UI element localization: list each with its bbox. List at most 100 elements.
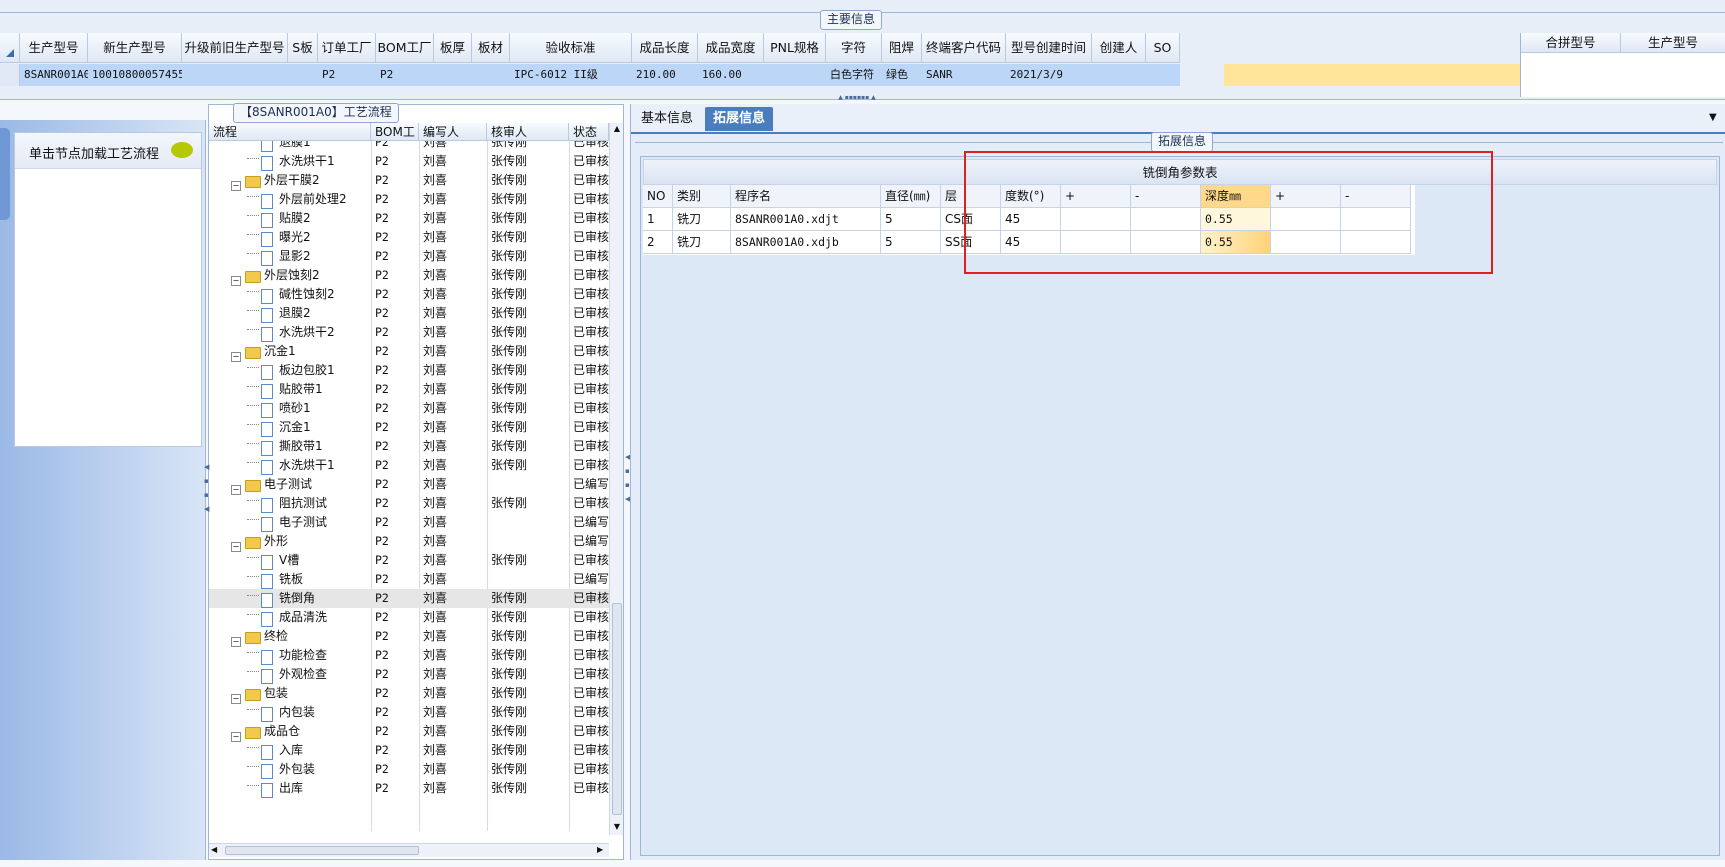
- scroll-thumb[interactable]: [612, 603, 622, 815]
- h-scroll-thumb[interactable]: [225, 846, 419, 855]
- main-col-header[interactable]: 终端客户代码: [922, 33, 1006, 63]
- main-data-cell[interactable]: IPC-6012 II级: [510, 64, 632, 86]
- tree-row[interactable]: 铣板 P2 刘喜 已编写: [209, 570, 609, 589]
- tree-row[interactable]: − 终检 P2 刘喜 张传刚 已审核: [209, 627, 609, 647]
- main-data-cell[interactable]: [472, 64, 510, 86]
- process-col-header[interactable]: 核审人: [487, 123, 569, 141]
- param-col-header[interactable]: 直径(㎜): [881, 185, 941, 208]
- param-col-header[interactable]: NO: [643, 185, 673, 208]
- tree-row[interactable]: 贴胶带1 P2 刘喜 张传刚 已审核: [209, 380, 609, 399]
- main-data-cell[interactable]: 8SANR001A0: [20, 64, 88, 86]
- grid-corner[interactable]: [0, 33, 20, 63]
- main-col-header[interactable]: 生产型号: [20, 33, 88, 63]
- tree-row[interactable]: 外包装 P2 刘喜 张传刚 已审核: [209, 760, 609, 779]
- right-splitter[interactable]: ◀ ▪ ▪ ◀: [625, 450, 630, 520]
- tree-row[interactable]: 内包装 P2 刘喜 张传刚 已审核: [209, 703, 609, 722]
- tree-row[interactable]: 水洗烘干1 P2 刘喜 张传刚 已审核: [209, 152, 609, 171]
- tree-row[interactable]: 功能检查 P2 刘喜 张传刚 已审核: [209, 646, 609, 665]
- main-data-cell[interactable]: [1092, 64, 1146, 86]
- tree-row[interactable]: 水洗烘干1 P2 刘喜 张传刚 已审核: [209, 456, 609, 475]
- main-data-cell[interactable]: 绿色: [882, 64, 922, 86]
- tree-row[interactable]: 碱性蚀刻2 P2 刘喜 张传刚 已审核: [209, 285, 609, 304]
- tree-row[interactable]: 外观检查 P2 刘喜 张传刚 已审核: [209, 665, 609, 684]
- param-cell[interactable]: 5: [881, 208, 941, 231]
- main-col-header[interactable]: 订单工厂: [318, 33, 376, 63]
- tree-row[interactable]: 水洗烘干2 P2 刘喜 张传刚 已审核: [209, 323, 609, 342]
- param-cell[interactable]: 8SANR001A0.xdjt: [731, 208, 881, 231]
- process-tree-body[interactable]: 退膜1 P2 刘喜 张传刚 已审核 水洗烘干1 P2 刘喜 张传刚 已审核 − 外层干膜2 P2 刘喜 张传…: [209, 141, 609, 831]
- left-splitter[interactable]: ◀ ▪ ▪ ◀: [204, 460, 209, 530]
- main-col-header[interactable]: 阻焊: [882, 33, 922, 63]
- main-col-header[interactable]: 验收标准: [510, 33, 632, 63]
- main-col-header[interactable]: BOM工厂: [376, 33, 434, 63]
- col-merged-model[interactable]: 合拼型号: [1521, 33, 1621, 53]
- main-data-cell[interactable]: [182, 64, 288, 86]
- tree-row[interactable]: 退膜1 P2 刘喜 张传刚 已审核: [209, 141, 609, 152]
- tree-row[interactable]: 电子测试 P2 刘喜 已编写: [209, 513, 609, 532]
- side-collapse-tab[interactable]: [0, 128, 10, 220]
- main-col-header[interactable]: 成品宽度: [698, 33, 764, 63]
- tree-row[interactable]: 沉金1 P2 刘喜 张传刚 已审核: [209, 418, 609, 437]
- main-data-cell[interactable]: 10010800057455: [88, 64, 182, 86]
- main-col-header[interactable]: 创建人: [1092, 33, 1146, 63]
- vertical-scrollbar[interactable]: ▲ ▼: [609, 123, 623, 835]
- tree-row[interactable]: 外层前处理2 P2 刘喜 张传刚 已审核: [209, 190, 609, 209]
- param-cell[interactable]: 2: [643, 231, 673, 254]
- tree-row[interactable]: V槽 P2 刘喜 张传刚 已审核: [209, 551, 609, 570]
- main-data-cell[interactable]: [764, 64, 826, 86]
- tab-extended-info[interactable]: 拓展信息: [705, 107, 774, 131]
- main-col-header[interactable]: 型号创建时间: [1006, 33, 1092, 63]
- hint-header[interactable]: 单击节点加载工艺流程: [15, 133, 201, 169]
- main-data-cell[interactable]: 160.00: [698, 64, 764, 86]
- tree-row[interactable]: − 沉金1 P2 刘喜 张传刚 已审核: [209, 342, 609, 362]
- param-cell[interactable]: 铣刀: [673, 208, 731, 231]
- tree-row[interactable]: 喷砂1 P2 刘喜 张传刚 已审核: [209, 399, 609, 418]
- main-col-header[interactable]: PNL规格: [764, 33, 826, 63]
- tab-menu-chevron-icon[interactable]: ▼: [1709, 112, 1717, 123]
- main-col-header[interactable]: 新生产型号: [88, 33, 182, 63]
- horizontal-scrollbar[interactable]: ◀ ▶: [209, 843, 609, 857]
- main-data-cell[interactable]: 210.00: [632, 64, 698, 86]
- col-production-model[interactable]: 生产型号: [1621, 33, 1725, 53]
- param-cell[interactable]: 铣刀: [673, 231, 731, 254]
- main-col-header[interactable]: 升级前旧生产型号: [182, 33, 288, 63]
- tree-row[interactable]: 板边包胶1 P2 刘喜 张传刚 已审核: [209, 361, 609, 380]
- main-col-header[interactable]: 成品长度: [632, 33, 698, 63]
- tree-row[interactable]: 撕胶带1 P2 刘喜 张传刚 已审核: [209, 437, 609, 456]
- tree-row[interactable]: 贴膜2 P2 刘喜 张传刚 已审核: [209, 209, 609, 228]
- scroll-right-icon[interactable]: ▶: [597, 845, 603, 854]
- main-data-cell[interactable]: 白色字符: [826, 64, 882, 86]
- splitter-handle[interactable]: ▲ ▪▪▪▪▪▪ ▲: [822, 95, 892, 101]
- param-cell[interactable]: 1: [643, 208, 673, 231]
- param-col-header[interactable]: 类别: [673, 185, 731, 208]
- tree-row[interactable]: 成品清洗 P2 刘喜 张传刚 已审核: [209, 608, 609, 627]
- tab-basic-info[interactable]: 基本信息: [633, 107, 701, 131]
- process-col-header[interactable]: BOM工厂: [371, 123, 419, 141]
- main-col-header[interactable]: SO: [1146, 33, 1180, 63]
- main-col-header[interactable]: S板: [288, 33, 318, 63]
- scroll-left-icon[interactable]: ◀: [211, 845, 217, 854]
- tree-row[interactable]: 铣倒角 P2 刘喜 张传刚 已审核: [209, 589, 609, 608]
- process-col-header[interactable]: 编写人: [419, 123, 487, 141]
- tree-row[interactable]: − 电子测试 P2 刘喜 已编写: [209, 475, 609, 495]
- tree-row[interactable]: 入库 P2 刘喜 张传刚 已审核: [209, 741, 609, 760]
- tree-row[interactable]: 出库 P2 刘喜 张传刚 已审核: [209, 779, 609, 798]
- scroll-down-icon[interactable]: ▼: [612, 821, 622, 833]
- row-indicator[interactable]: [0, 64, 20, 86]
- main-data-cell[interactable]: SANR: [922, 64, 1006, 86]
- param-col-header[interactable]: 程序名: [731, 185, 881, 208]
- process-col-header[interactable]: 流程: [209, 123, 371, 141]
- main-data-cell[interactable]: [434, 64, 472, 86]
- main-data-cell[interactable]: P2: [318, 64, 376, 86]
- tree-row[interactable]: − 成品仓 P2 刘喜 张传刚 已审核: [209, 722, 609, 742]
- main-col-header[interactable]: 板厚: [434, 33, 472, 63]
- tree-row[interactable]: 退膜2 P2 刘喜 张传刚 已审核: [209, 304, 609, 323]
- tree-row[interactable]: 显影2 P2 刘喜 张传刚 已审核: [209, 247, 609, 266]
- tree-row[interactable]: 曝光2 P2 刘喜 张传刚 已审核: [209, 228, 609, 247]
- process-col-header[interactable]: 状态: [569, 123, 609, 141]
- tree-row[interactable]: − 包装 P2 刘喜 张传刚 已审核: [209, 684, 609, 704]
- tree-row[interactable]: − 外形 P2 刘喜 已编写: [209, 532, 609, 552]
- tree-row[interactable]: 阻抗测试 P2 刘喜 张传刚 已审核: [209, 494, 609, 513]
- param-cell[interactable]: 5: [881, 231, 941, 254]
- main-col-header[interactable]: 板材: [472, 33, 510, 63]
